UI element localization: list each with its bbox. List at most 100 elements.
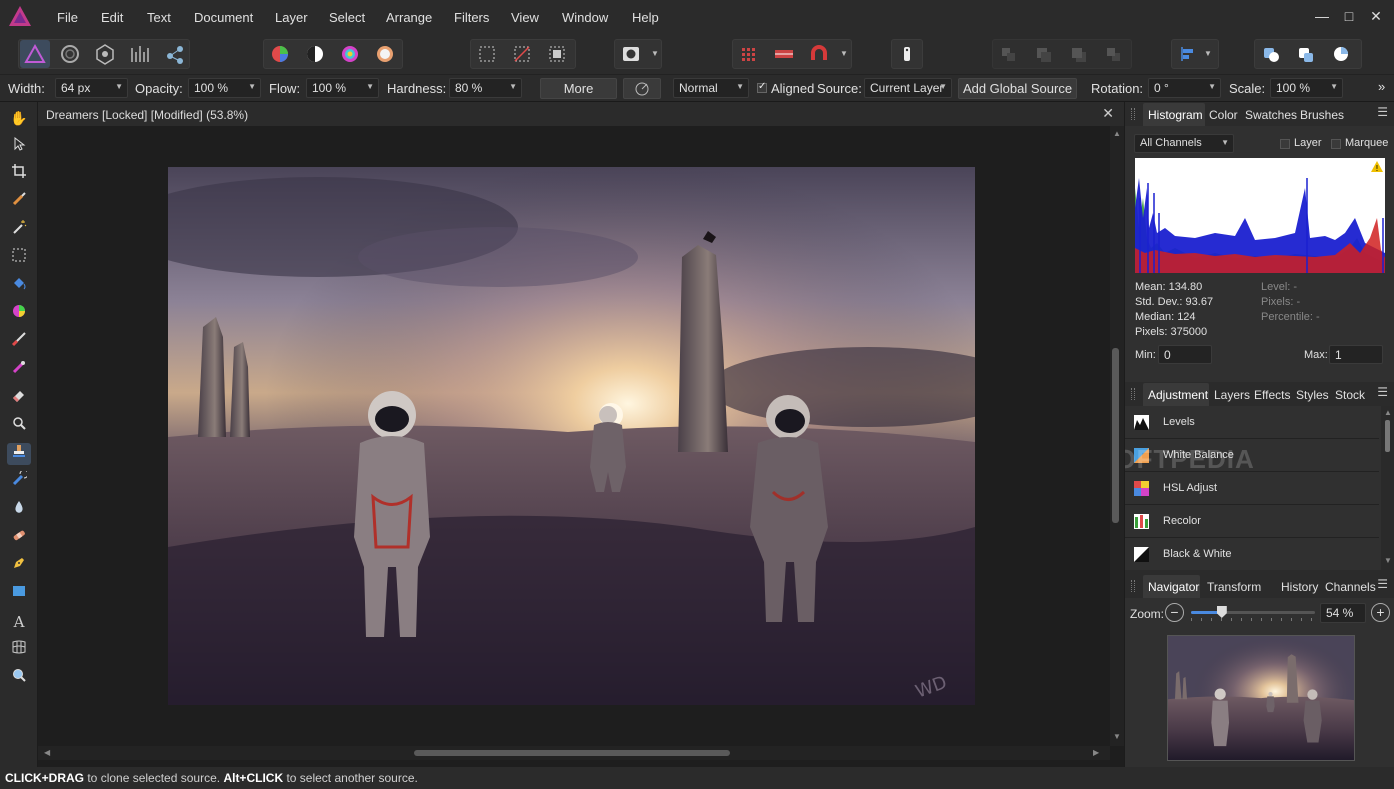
adjustment-scroll-thumb[interactable]	[1385, 420, 1390, 452]
auto-colors-button[interactable]	[335, 40, 365, 68]
menu-view[interactable]: View	[511, 10, 539, 25]
tab-styles[interactable]: Styles	[1296, 388, 1329, 402]
canvas-area[interactable]: WD	[38, 126, 1110, 746]
tab-histogram[interactable]: Histogram	[1148, 108, 1203, 122]
move-to-back-button[interactable]	[994, 40, 1024, 68]
menu-file[interactable]: File	[57, 10, 78, 25]
tab-stock[interactable]: Stock	[1335, 388, 1365, 402]
panel-menu-icon[interactable]: ☰	[1377, 385, 1388, 399]
crop-tool[interactable]	[7, 163, 31, 185]
paint-brush-tool[interactable]	[7, 331, 31, 353]
auto-white-balance-button[interactable]	[370, 40, 400, 68]
snapping-button[interactable]	[804, 40, 834, 68]
photo-persona-button[interactable]	[20, 40, 50, 68]
zoom-in-button[interactable]: +	[1371, 603, 1390, 622]
app-logo-icon[interactable]	[8, 5, 32, 27]
auto-levels-button[interactable]	[265, 40, 295, 68]
scroll-left-icon[interactable]: ◀	[44, 748, 50, 757]
list-item-levels[interactable]: Levels	[1125, 406, 1379, 439]
marquee-checkbox[interactable]	[1331, 139, 1341, 149]
mesh-warp-tool[interactable]	[7, 639, 31, 661]
menu-document[interactable]: Document	[194, 10, 253, 25]
add-button[interactable]	[1256, 40, 1286, 68]
force-pixel-alignment-button[interactable]	[769, 40, 799, 68]
tab-color[interactable]: Color	[1209, 108, 1238, 122]
hardness-field[interactable]: 80 % ▼	[449, 78, 522, 98]
color-replacement-tool[interactable]	[7, 359, 31, 381]
expand-toolbar-button[interactable]: »	[1378, 79, 1385, 94]
close-document-icon[interactable]: ✕	[1102, 105, 1114, 122]
vertical-scroll-thumb[interactable]	[1112, 348, 1119, 523]
menu-filters[interactable]: Filters	[454, 10, 489, 25]
deselect-button[interactable]	[507, 40, 537, 68]
panel-menu-icon[interactable]: ☰	[1377, 577, 1388, 591]
context-toolbar-toggle-button[interactable]	[892, 40, 922, 68]
tab-swatches[interactable]: Swatches	[1245, 108, 1297, 122]
dodge-brush-tool[interactable]	[7, 415, 31, 437]
channel-select[interactable]: All Channels ▼	[1134, 134, 1234, 153]
healing-brush-tool[interactable]	[7, 527, 31, 549]
menu-text[interactable]: Text	[147, 10, 171, 25]
horizontal-scroll-thumb[interactable]	[414, 750, 730, 756]
panel-grip-icon[interactable]	[1131, 388, 1135, 400]
menu-edit[interactable]: Edit	[101, 10, 123, 25]
clone-brush-tool[interactable]	[7, 443, 31, 465]
liquify-persona-button[interactable]	[55, 40, 85, 68]
move-back-button[interactable]	[1029, 40, 1059, 68]
flood-select-tool[interactable]	[7, 219, 31, 241]
layer-checkbox[interactable]	[1280, 139, 1290, 149]
scroll-up-icon[interactable]: ▲	[1384, 408, 1392, 417]
source-select[interactable]: Current Layer ▼	[864, 78, 952, 98]
close-window-button[interactable]: ✕	[1364, 6, 1388, 26]
menu-window[interactable]: Window	[562, 10, 608, 25]
tab-adjustment[interactable]: Adjustment	[1148, 388, 1208, 402]
brush-settings-button[interactable]	[623, 78, 661, 99]
text-tool[interactable]: A	[7, 611, 31, 633]
panel-grip-icon[interactable]	[1131, 580, 1135, 592]
panel-menu-icon[interactable]: ☰	[1377, 105, 1388, 119]
zoom-tool[interactable]	[7, 667, 31, 689]
move-forward-button[interactable]	[1064, 40, 1094, 68]
list-item-recolor[interactable]: Recolor	[1125, 505, 1379, 538]
add-global-source-button[interactable]: Add Global Source	[958, 78, 1077, 99]
erase-brush-tool[interactable]	[7, 387, 31, 409]
tab-history[interactable]: History	[1281, 580, 1318, 594]
menu-arrange[interactable]: Arrange	[386, 10, 432, 25]
tab-brushes[interactable]: Brushes	[1300, 108, 1344, 122]
color-picker-tool[interactable]	[7, 303, 31, 325]
move-to-front-button[interactable]	[1099, 40, 1129, 68]
scroll-down-icon[interactable]: ▼	[1384, 556, 1392, 565]
align-button[interactable]	[1173, 40, 1203, 68]
list-item-hsl-adjust[interactable]: HSL Adjust	[1125, 472, 1379, 505]
navigator-preview[interactable]	[1167, 635, 1355, 761]
menu-select[interactable]: Select	[329, 10, 365, 25]
flow-field[interactable]: 100 % ▼	[306, 78, 379, 98]
auto-contrast-button[interactable]	[300, 40, 330, 68]
assistant-button[interactable]	[734, 40, 764, 68]
minimize-button[interactable]: —	[1310, 6, 1334, 26]
select-all-button[interactable]	[472, 40, 502, 68]
opacity-field[interactable]: 100 % ▼	[188, 78, 261, 98]
scroll-down-icon[interactable]: ▼	[1113, 732, 1121, 741]
min-field[interactable]: 0	[1158, 345, 1212, 364]
scale-field[interactable]: 100 % ▼	[1270, 78, 1343, 98]
zoom-field[interactable]: 54 %	[1320, 603, 1366, 623]
zoom-out-button[interactable]: −	[1165, 603, 1184, 622]
tab-navigator[interactable]: Navigator	[1148, 580, 1199, 594]
flood-fill-tool[interactable]	[7, 275, 31, 297]
tab-transform[interactable]: Transform	[1207, 580, 1261, 594]
adjustment-scrollbar[interactable]: ▲ ▼	[1381, 406, 1394, 570]
move-tool[interactable]	[7, 135, 31, 157]
horizontal-scrollbar[interactable]: ◀ ▶	[38, 746, 1110, 760]
selection-brush-tool[interactable]	[7, 191, 31, 213]
quick-mask-dropdown-icon[interactable]: ▼	[651, 49, 659, 58]
aligned-checkbox[interactable]: ✓	[757, 81, 767, 93]
menu-layer[interactable]: Layer	[275, 10, 308, 25]
zoom-slider-thumb[interactable]	[1216, 606, 1227, 618]
tab-effects[interactable]: Effects	[1254, 388, 1290, 402]
intersect-button[interactable]	[1326, 40, 1356, 68]
align-dropdown-icon[interactable]: ▼	[1204, 49, 1212, 58]
pen-tool[interactable]	[7, 555, 31, 577]
document-image[interactable]: WD	[168, 167, 975, 705]
subtract-button[interactable]	[1291, 40, 1321, 68]
